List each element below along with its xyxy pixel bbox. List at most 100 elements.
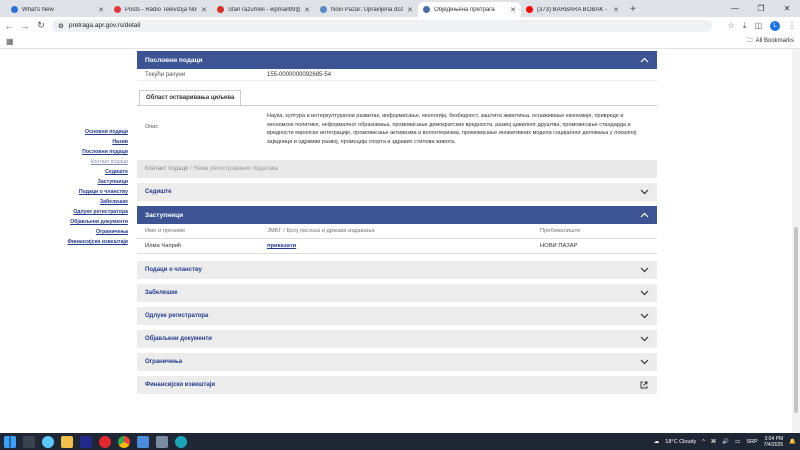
tab-title: Обједињена претрага [434, 6, 495, 13]
address-bar[interactable]: ⚙ pretraga.apr.gov.rs/detail [52, 19, 712, 32]
new-tab-icon[interactable]: + [624, 2, 642, 17]
page-content: Основни подаци Назив Пословни подаци Контак… [0, 49, 800, 433]
browser-tab[interactable]: Stari razumeli - wpmail99@gm ✕ [212, 2, 315, 17]
nav-link[interactable]: Заступници [60, 177, 128, 187]
account-row: Текући рачуни 155-0000000092685-54 [137, 69, 657, 81]
chrome-icon[interactable] [118, 435, 130, 448]
scrollbar-thumb[interactable] [794, 227, 798, 413]
close-tab-icon[interactable]: ✕ [407, 6, 413, 14]
menu-icon[interactable]: ⋮ [788, 21, 796, 30]
browser-tab[interactable]: Posts - Radio Televizija Novi Pa ✕ [109, 2, 212, 17]
accordion-item[interactable]: Подаци о чланству [137, 261, 657, 279]
clock[interactable]: 3:04 PM 7/4/2025 [764, 436, 783, 448]
close-icon[interactable]: ✕ [774, 0, 800, 17]
nav-link[interactable]: Објављени документи [60, 217, 128, 227]
accordion-item[interactable]: Ограничења [137, 353, 657, 371]
chevron-down-icon [639, 288, 649, 298]
apps-grid-icon[interactable]: ▦ [6, 37, 14, 46]
download-icon[interactable]: ⤓ [743, 21, 747, 31]
table-header-row: Име и презиме ЈМБГ / Број пасоша и држав… [137, 224, 657, 239]
nav-link[interactable]: Пословни подаци [60, 147, 128, 157]
accordion-item[interactable]: Објављени документи [137, 330, 657, 348]
nav-link[interactable]: Одлуке регистратора [60, 207, 128, 217]
tab-favicon-icon [423, 6, 430, 13]
notifications-icon[interactable]: 🔔 [789, 439, 796, 445]
subtab-goals[interactable]: Област остваривања циљева [139, 90, 242, 105]
chevron-up-icon [639, 210, 649, 220]
nav-link[interactable]: Контакт подаци [60, 157, 128, 167]
accordion-item[interactable]: Забелешке [137, 284, 657, 302]
nav-link[interactable]: Назив [60, 137, 128, 147]
extensions-icon[interactable]: ◫ [754, 21, 762, 30]
forward-icon[interactable]: → [20, 21, 30, 31]
restore-icon[interactable]: ❐ [748, 0, 774, 17]
close-tab-icon[interactable]: ✕ [510, 6, 516, 14]
minimize-icon[interactable]: — [722, 0, 748, 17]
photos-icon[interactable] [156, 435, 168, 448]
accordion-sediste[interactable]: Седиште [137, 183, 657, 201]
weather-text[interactable]: 18°C Cloudy [665, 439, 696, 445]
browser-tab[interactable]: What's New ✕ [6, 2, 109, 17]
close-tab-icon[interactable]: ✕ [613, 6, 619, 14]
tray-arrow-icon[interactable]: ^ [702, 439, 705, 445]
table-row: Илма Чапрић приказати НОВИ ПАЗАР [137, 239, 657, 254]
windows-taskbar: ☁ 18°C Cloudy ^ ⌘ 🔊 ▭ SRP 3:04 PM 7/4/20… [0, 433, 800, 450]
page-scrollbar[interactable] [792, 49, 800, 433]
windows-start-icon[interactable] [4, 435, 16, 448]
show-id-link[interactable]: приказати [267, 243, 296, 249]
section-header-zastupnici[interactable]: Заступници [137, 206, 657, 224]
close-tab-icon[interactable]: ✕ [201, 6, 207, 14]
star-icon[interactable]: ☆ [728, 21, 735, 30]
nav-link[interactable]: Забелешке [60, 197, 128, 207]
nav-link[interactable]: Финансијски извештаји [60, 237, 128, 247]
all-bookmarks-button[interactable]: 🗀 All Bookmarks [747, 36, 794, 46]
folder-icon: 🗀 [746, 38, 753, 44]
tab-title: Novi Pazar: Upravljena dozvolj [331, 6, 404, 13]
accordion-item[interactable]: Финансијски извештаји [137, 376, 657, 394]
tab-title: Posts - Radio Televizija Novi Pa [125, 6, 197, 13]
copilot-icon[interactable] [42, 435, 54, 448]
site-info-icon[interactable]: ⚙ [58, 22, 64, 30]
reload-icon[interactable]: ↻ [36, 20, 46, 31]
network-icon[interactable]: ⌘ [711, 439, 717, 445]
browser-tab[interactable]: Novi Pazar: Upravljena dozvolj✕ [315, 2, 418, 17]
search-icon[interactable] [23, 435, 35, 448]
close-tab-icon[interactable]: ✕ [98, 6, 104, 14]
tab-favicon-icon [526, 6, 533, 13]
tab-favicon-icon [11, 6, 18, 13]
volume-icon[interactable]: 🔊 [722, 439, 729, 445]
chevron-down-icon [639, 334, 649, 344]
nav-link[interactable]: Ограничења [60, 227, 128, 237]
close-tab-icon[interactable]: ✕ [304, 6, 310, 14]
app-icon[interactable] [80, 435, 92, 448]
profile-avatar[interactable]: L [770, 20, 780, 31]
tab-title: What's New [22, 6, 54, 13]
url-text: pretraga.apr.gov.rs/detail [68, 22, 141, 29]
back-icon[interactable]: ← [4, 21, 14, 31]
tab-title: Stari razumeli - wpmail99@gm [228, 6, 300, 13]
accordion-item[interactable]: Одлуке регистратора [137, 307, 657, 325]
tab-title: (373) BARBARA BOBAK - [537, 6, 608, 13]
browser-tab[interactable]: Обједињена претрага ✕ [418, 2, 521, 17]
external-link-icon [639, 380, 649, 390]
goals-panel: Опис Наука, култура и интеркултурални ра… [137, 105, 657, 154]
calculator-icon[interactable] [137, 435, 149, 448]
chevron-down-icon [639, 187, 649, 197]
language-indicator[interactable]: SRP [746, 439, 757, 445]
section-nav: Основни подаци Назив Пословни подаци Контак… [60, 127, 128, 247]
chevron-down-icon [639, 311, 649, 321]
battery-icon[interactable]: ▭ [735, 439, 740, 445]
opera-icon[interactable] [99, 435, 111, 448]
edge-icon[interactable] [175, 435, 187, 448]
browser-tab[interactable]: (373) BARBARA BOBAK - ✕ [521, 2, 624, 17]
file-explorer-icon[interactable] [61, 435, 73, 448]
nav-link[interactable]: Подаци о чланству [60, 187, 128, 197]
nav-link[interactable]: Основни подаци [60, 127, 128, 137]
accordion-list: Подаци о чланству Забелешке Одлуке регистр… [137, 261, 657, 394]
browser-toolbar: ← → ↻ ⚙ pretraga.apr.gov.rs/detail ☆ ⤓ ◫… [0, 17, 800, 34]
detail-main: Пословни подаци Текући рачуни 155-000000… [137, 51, 657, 394]
tab-favicon-icon [217, 6, 224, 13]
section-header-poslovni[interactable]: Пословни подаци [137, 51, 657, 69]
chevron-up-icon [639, 55, 649, 65]
nav-link[interactable]: Седиште [60, 167, 128, 177]
